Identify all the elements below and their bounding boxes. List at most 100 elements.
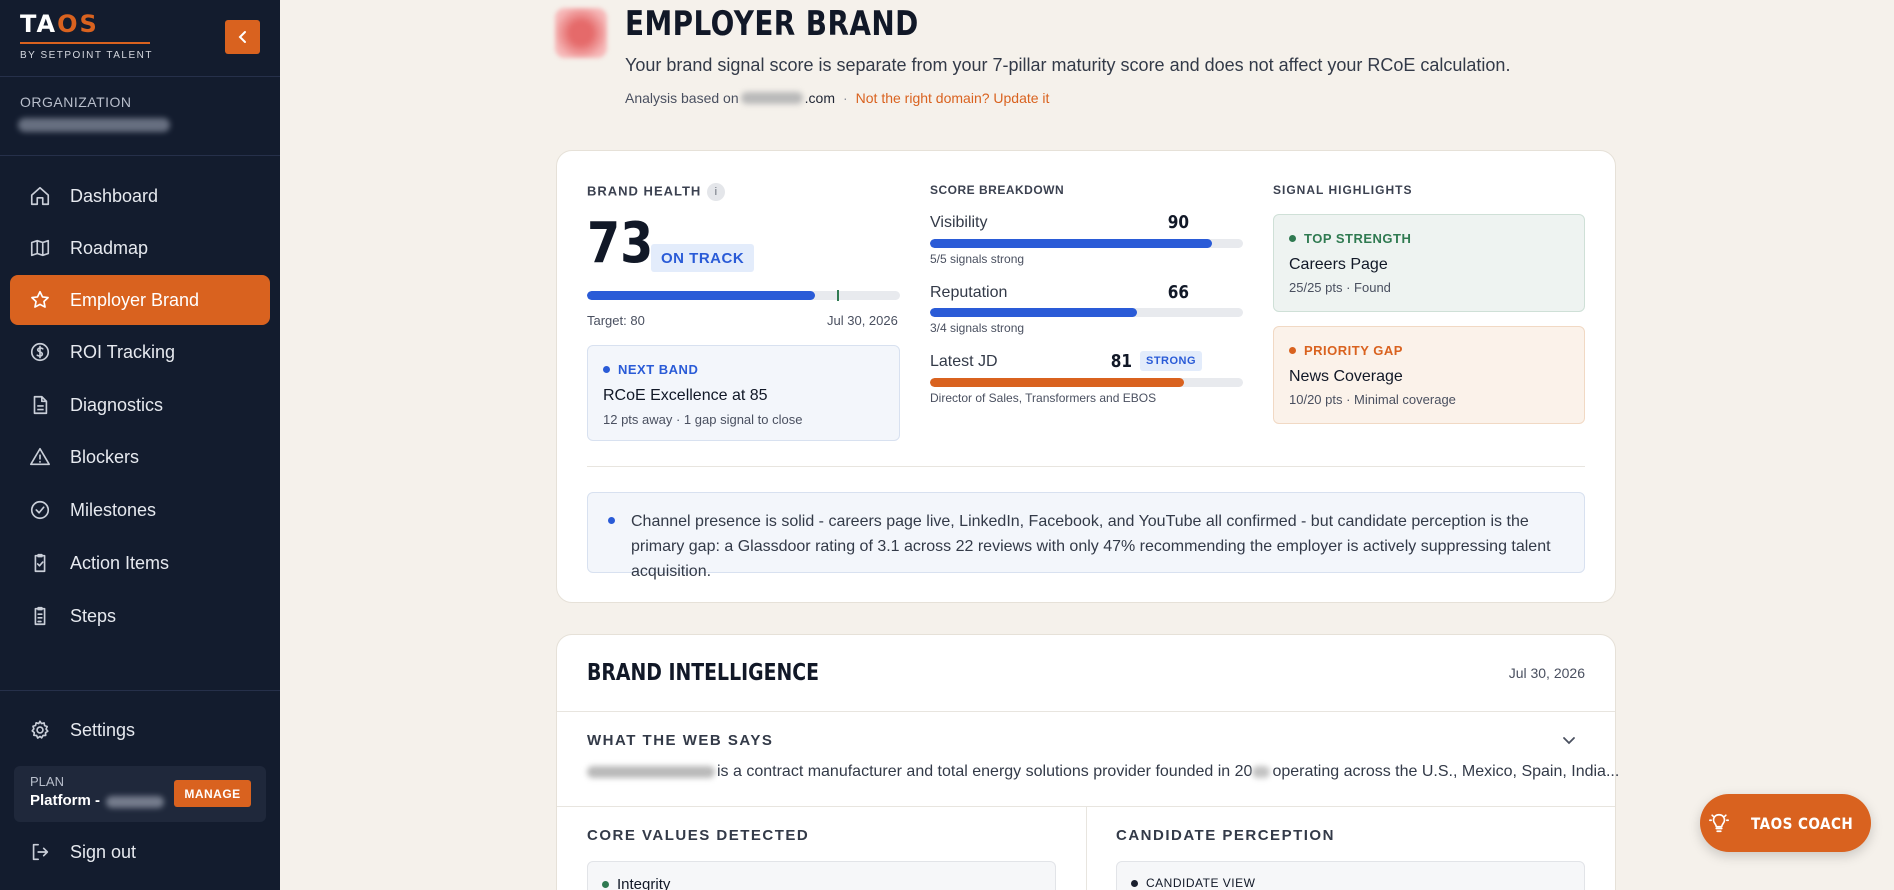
next-band-subtitle: 12 pts away · 1 gap signal to close	[603, 412, 803, 427]
document-icon	[28, 393, 52, 417]
collapse-sidebar-button[interactable]	[225, 20, 260, 54]
sidebar-item-steps[interactable]: Steps	[10, 591, 270, 641]
brand-health-progress-fill	[587, 291, 816, 300]
settings-label: Settings	[70, 719, 136, 740]
what-web-says-label[interactable]: WHAT THE WEB SAYS	[587, 732, 773, 749]
metric-bar	[930, 239, 1243, 248]
chevron-down-icon[interactable]	[1561, 732, 1577, 753]
sidebar-item-label: Milestones	[70, 499, 157, 520]
brand-health-date: Jul 30, 2026	[827, 313, 898, 328]
bullet-dot	[1131, 879, 1138, 887]
brand-intelligence-title: BRAND INTELLIGENCE	[587, 660, 819, 686]
summary-text-part: operating across the U.S., Mexico, Spain…	[1272, 763, 1620, 780]
brand-health-label: BRAND HEALTH i	[587, 183, 726, 201]
next-band-title: RCoE Excellence at 85	[603, 387, 768, 404]
logo-underline	[20, 42, 150, 44]
info-icon[interactable]: i	[707, 183, 726, 201]
divider	[587, 466, 1585, 467]
target-marker	[837, 290, 840, 301]
metric-bar-fill	[930, 378, 1184, 387]
dollar-icon	[28, 340, 52, 364]
analysis-prefix: Analysis based on	[625, 90, 739, 106]
analysis-domain-line: Analysis based on .com · Not the right d…	[625, 90, 1049, 106]
sidebar-item-action-items[interactable]: Action Items	[10, 538, 270, 588]
metric-sub: 5/5 signals strong	[930, 252, 1025, 266]
sidebar-item-label: Diagnostics	[70, 394, 164, 415]
update-domain-link[interactable]: Not the right domain? Update it	[856, 90, 1050, 106]
target-label: Target: 80	[587, 313, 645, 328]
what-web-says-summary: is a contract manufacturer and total ene…	[587, 763, 1619, 781]
logo-text: TA	[20, 10, 58, 38]
metric-bar	[930, 378, 1243, 387]
metric-value: 66	[1167, 282, 1189, 303]
domain-suffix: .com	[804, 90, 835, 106]
page-subtitle: Your brand signal score is separate from…	[625, 55, 1511, 75]
status-badge: ON TRACK	[651, 244, 755, 272]
sidebar-item-blockers[interactable]: Blockers	[10, 432, 270, 482]
plan-tier-redacted	[106, 796, 164, 808]
sidebar-item-diagnostics[interactable]: Diagnostics	[10, 380, 270, 430]
plan-name: Platform -	[30, 792, 101, 809]
brand-health-card: BRAND HEALTH i 73 ON TRACK Target: 80 Jul…	[556, 150, 1616, 603]
priority-gap-card: PRIORITY GAP News Coverage 10/20 pts · M…	[1273, 326, 1585, 424]
metric-name: Visibility	[930, 214, 988, 231]
candidate-view-label: CANDIDATE VIEW	[1146, 876, 1256, 890]
sidebar-item-label: Blockers	[70, 446, 140, 467]
sign-out-label: Sign out	[70, 841, 137, 862]
metric-bar	[930, 308, 1243, 317]
sidebar-item-dashboard[interactable]: Dashboard	[10, 171, 270, 221]
core-value-label: Integrity	[617, 876, 671, 890]
sidebar-item-label: Roadmap	[70, 237, 149, 258]
insight-text: Channel presence is solid - careers page…	[631, 513, 1551, 580]
divider	[557, 711, 1615, 712]
sidebar-item-roadmap[interactable]: Roadmap	[10, 223, 270, 273]
brand-intelligence-card: BRAND INTELLIGENCE Jul 30, 2026 WHAT THE…	[556, 634, 1619, 890]
sidebar-divider	[0, 690, 280, 691]
metric-bar-fill	[930, 308, 1137, 317]
sidebar-item-label: ROI Tracking	[70, 341, 176, 362]
sidebar-divider	[0, 155, 280, 156]
sidebar-item-milestones[interactable]: Milestones	[10, 485, 270, 535]
top-strength-title: Careers Page	[1289, 256, 1388, 273]
top-strength-card: TOP STRENGTH Careers Page 25/25 pts · Fo…	[1273, 214, 1585, 312]
next-band-card: NEXT BAND RCoE Excellence at 85 12 pts a…	[587, 345, 900, 441]
sidebar-item-label: Employer Brand	[70, 289, 200, 310]
plan-label: PLAN	[30, 774, 64, 789]
map-icon	[28, 236, 52, 260]
top-strength-sub: 25/25 pts · Found	[1289, 280, 1391, 295]
core-value-item: Integrity	[587, 861, 1056, 890]
metric-name: Reputation	[930, 284, 1008, 301]
clipboard-check-icon	[28, 551, 52, 575]
top-strength-label: TOP STRENGTH	[1304, 231, 1412, 246]
candidate-perception-label: CANDIDATE PERCEPTION	[1116, 827, 1335, 844]
taos-coach-button[interactable]: TAOS COACH	[1700, 794, 1871, 852]
chevron-left-icon	[238, 31, 246, 43]
sidebar-divider	[0, 76, 280, 77]
settings-link[interactable]: Settings	[10, 705, 270, 755]
brand-intelligence-date: Jul 30, 2026	[1508, 665, 1585, 681]
bullet-dot	[608, 517, 615, 524]
domain-redacted	[740, 92, 803, 104]
sidebar-item-label: Action Items	[70, 552, 170, 573]
priority-gap-label: PRIORITY GAP	[1304, 343, 1403, 358]
sidebar-item-label: Dashboard	[70, 185, 159, 206]
sidebar-item-roi-tracking[interactable]: ROI Tracking	[10, 327, 270, 377]
summary-text-part: is a contract manufacturer and total ene…	[717, 763, 1253, 780]
sign-out-link[interactable]: Sign out	[10, 827, 270, 877]
brand-health-score: 73	[587, 211, 654, 276]
logo[interactable]: TAOS BY SETPOINT TALENT	[20, 10, 153, 61]
lightbulb-icon	[1708, 812, 1730, 834]
strong-badge: STRONG	[1140, 351, 1203, 371]
plan-card: PLAN Platform - MANAGE	[14, 766, 266, 822]
star-icon	[28, 288, 52, 312]
bullet-dot	[602, 881, 609, 888]
insight-callout: Channel presence is solid - careers page…	[587, 492, 1585, 580]
taos-coach-label: TAOS COACH	[1751, 813, 1854, 833]
manage-plan-button[interactable]: MANAGE	[174, 780, 251, 807]
metric-value: 90	[1167, 212, 1189, 233]
clipboard-list-icon	[28, 604, 52, 628]
check-circle-icon	[28, 498, 52, 522]
sidebar-item-employer-brand[interactable]: Employer Brand	[10, 275, 270, 325]
warning-icon	[28, 445, 52, 469]
metric-bar-fill	[930, 239, 1212, 248]
